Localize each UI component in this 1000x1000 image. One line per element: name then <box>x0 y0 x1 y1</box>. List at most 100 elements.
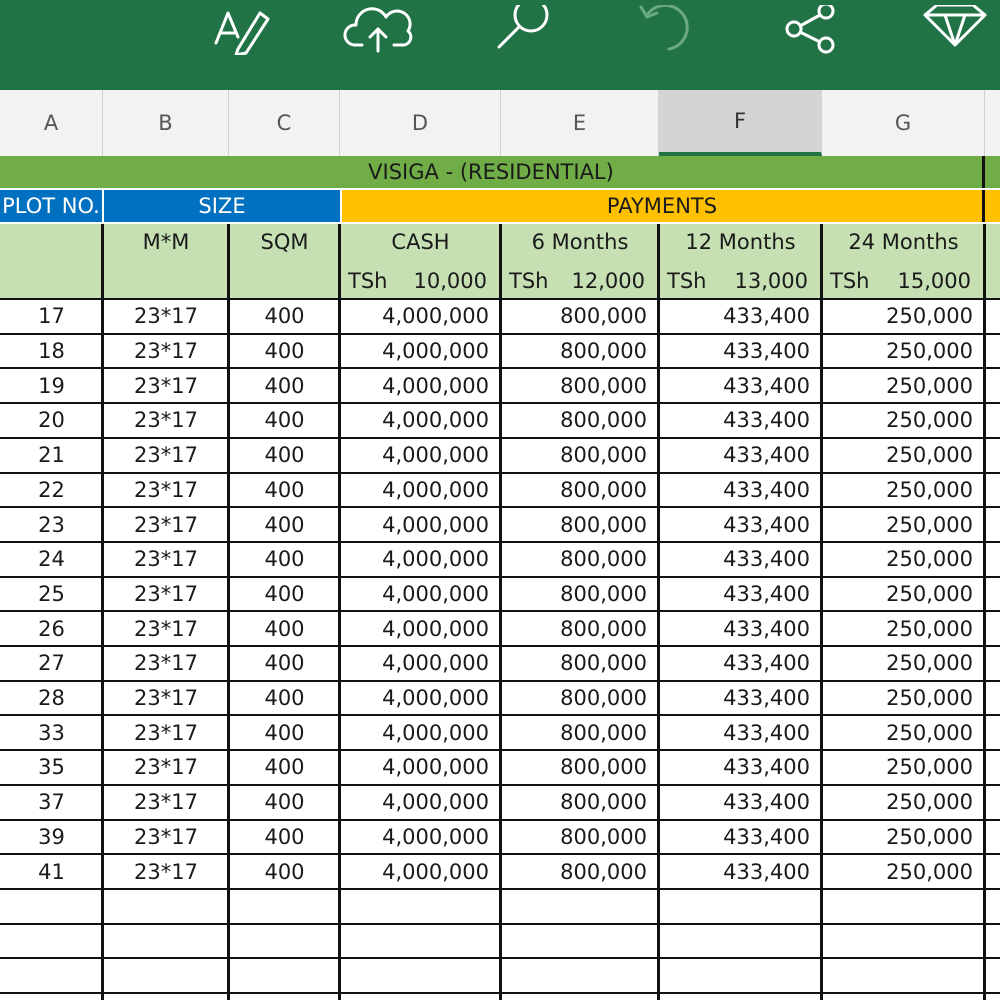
twentyfour-months-cell[interactable]: 250,000 <box>822 612 985 645</box>
six-months-cell[interactable]: 800,000 <box>501 855 659 888</box>
twelve-months-cell[interactable]: 433,400 <box>659 474 822 507</box>
six-months-cell[interactable]: 800,000 <box>501 821 659 854</box>
dimensions-cell[interactable]: 23*17 <box>103 716 229 749</box>
dimensions-cell[interactable]: 23*17 <box>103 751 229 784</box>
plot-number-cell[interactable]: 28 <box>0 682 103 715</box>
plot-subheader[interactable] <box>0 224 103 298</box>
twelve-months-cell[interactable]: 433,400 <box>659 335 822 368</box>
twelve-months-cell[interactable]: 433,400 <box>659 369 822 402</box>
column-header-a[interactable]: A <box>0 90 103 156</box>
share-icon[interactable] <box>775 0 845 60</box>
twelve-months-cell[interactable] <box>659 925 822 958</box>
twelve-months-cell[interactable]: 433,400 <box>659 786 822 819</box>
dimensions-cell[interactable]: 23*17 <box>103 821 229 854</box>
twentyfour-months-cell[interactable]: 250,000 <box>822 543 985 576</box>
twentyfour-months-cell[interactable]: 250,000 <box>822 474 985 507</box>
dimensions-cell[interactable]: 23*17 <box>103 612 229 645</box>
cash-price-cell[interactable]: 4,000,000 <box>340 404 501 437</box>
dimensions-cell[interactable]: 23*17 <box>103 474 229 507</box>
dimensions-cell[interactable]: 23*17 <box>103 786 229 819</box>
cash-price-cell[interactable]: 4,000,000 <box>340 647 501 680</box>
dimensions-cell[interactable] <box>103 925 229 958</box>
cash-price-cell[interactable]: 4,000,000 <box>340 751 501 784</box>
six-months-cell[interactable] <box>501 890 659 923</box>
twentyfour-months-cell[interactable]: 250,000 <box>822 439 985 472</box>
six-months-cell[interactable]: 800,000 <box>501 786 659 819</box>
six-months-cell[interactable]: 800,000 <box>501 508 659 541</box>
column-header-c[interactable]: C <box>229 90 340 156</box>
cash-price-cell[interactable]: 4,000,000 <box>340 821 501 854</box>
payments-header[interactable]: PAYMENTS <box>342 190 982 222</box>
plot-number-cell[interactable]: 21 <box>0 439 103 472</box>
sqm-cell[interactable]: 400 <box>229 786 340 819</box>
twentyfour-months-cell[interactable] <box>822 925 985 958</box>
twelve-months-cell[interactable]: 433,400 <box>659 716 822 749</box>
sqm-cell[interactable]: 400 <box>229 821 340 854</box>
column-header-b[interactable]: B <box>103 90 229 156</box>
twelve-months-cell[interactable]: 433,400 <box>659 439 822 472</box>
six-months-cell[interactable] <box>501 925 659 958</box>
twelve-months-cell[interactable]: 433,400 <box>659 821 822 854</box>
cash-price-cell[interactable]: 4,000,000 <box>340 335 501 368</box>
column-header-e[interactable]: E <box>501 90 659 156</box>
twelve-months-cell[interactable] <box>659 959 822 992</box>
twentyfour-months-cell[interactable]: 250,000 <box>822 508 985 541</box>
dimensions-cell[interactable]: 23*17 <box>103 855 229 888</box>
six-months-cell[interactable]: 800,000 <box>501 300 659 333</box>
six-months-cell[interactable]: 800,000 <box>501 682 659 715</box>
twentyfour-months-cell[interactable]: 250,000 <box>822 682 985 715</box>
twelve-months-cell[interactable]: 433,400 <box>659 612 822 645</box>
twelve-months-cell[interactable]: 433,400 <box>659 682 822 715</box>
dimensions-cell[interactable]: 23*17 <box>103 369 229 402</box>
sqm-cell[interactable]: 400 <box>229 335 340 368</box>
sqm-cell[interactable]: 400 <box>229 612 340 645</box>
sqm-cell[interactable] <box>229 890 340 923</box>
cash-price-cell[interactable]: 4,000,000 <box>340 543 501 576</box>
twelve-months-cell[interactable]: 433,400 <box>659 855 822 888</box>
sqm-cell[interactable]: 400 <box>229 300 340 333</box>
plot-no-header[interactable]: PLOT NO. <box>0 190 102 222</box>
twelve-months-subheader[interactable]: 12 Months TSh 13,000 <box>659 224 822 298</box>
twentyfour-months-subheader[interactable]: 24 Months TSh 15,000 <box>822 224 985 298</box>
plot-number-cell[interactable]: 19 <box>0 369 103 402</box>
six-months-cell[interactable]: 800,000 <box>501 647 659 680</box>
six-months-cell[interactable]: 800,000 <box>501 335 659 368</box>
twentyfour-months-cell[interactable]: 250,000 <box>822 578 985 611</box>
cash-price-cell[interactable]: 4,000,000 <box>340 300 501 333</box>
undo-icon[interactable] <box>630 0 700 60</box>
sqm-cell[interactable]: 400 <box>229 543 340 576</box>
twelve-months-cell[interactable]: 433,400 <box>659 543 822 576</box>
cash-price-cell[interactable]: 4,000,000 <box>340 716 501 749</box>
dimensions-cell[interactable] <box>103 890 229 923</box>
twentyfour-months-cell[interactable] <box>822 959 985 992</box>
plot-number-cell[interactable]: 23 <box>0 508 103 541</box>
search-icon[interactable] <box>488 0 558 60</box>
sqm-cell[interactable] <box>229 925 340 958</box>
sqm-cell[interactable]: 400 <box>229 508 340 541</box>
plot-number-cell[interactable]: 20 <box>0 404 103 437</box>
plot-number-cell[interactable]: 41 <box>0 855 103 888</box>
mm-subheader[interactable]: M*M <box>103 224 229 298</box>
plot-number-cell[interactable]: 25 <box>0 578 103 611</box>
cash-price-cell[interactable]: 4,000,000 <box>340 508 501 541</box>
dimensions-cell[interactable]: 23*17 <box>103 439 229 472</box>
plot-number-cell[interactable]: 37 <box>0 786 103 819</box>
dimensions-cell[interactable]: 23*17 <box>103 543 229 576</box>
dimensions-cell[interactable]: 23*17 <box>103 508 229 541</box>
dimensions-cell[interactable]: 23*17 <box>103 682 229 715</box>
cash-price-cell[interactable]: 4,000,000 <box>340 439 501 472</box>
plot-number-cell[interactable]: 26 <box>0 612 103 645</box>
twentyfour-months-cell[interactable]: 250,000 <box>822 647 985 680</box>
size-header[interactable]: SIZE <box>104 190 340 222</box>
column-header-d[interactable]: D <box>340 90 501 156</box>
twelve-months-cell[interactable]: 433,400 <box>659 647 822 680</box>
sqm-cell[interactable]: 400 <box>229 751 340 784</box>
twentyfour-months-cell[interactable]: 250,000 <box>822 821 985 854</box>
twentyfour-months-cell[interactable]: 250,000 <box>822 855 985 888</box>
dimensions-cell[interactable] <box>103 959 229 992</box>
sqm-subheader[interactable]: SQM <box>229 224 340 298</box>
cash-price-cell[interactable]: 4,000,000 <box>340 855 501 888</box>
six-months-cell[interactable]: 800,000 <box>501 751 659 784</box>
dimensions-cell[interactable]: 23*17 <box>103 335 229 368</box>
six-months-cell[interactable]: 800,000 <box>501 716 659 749</box>
